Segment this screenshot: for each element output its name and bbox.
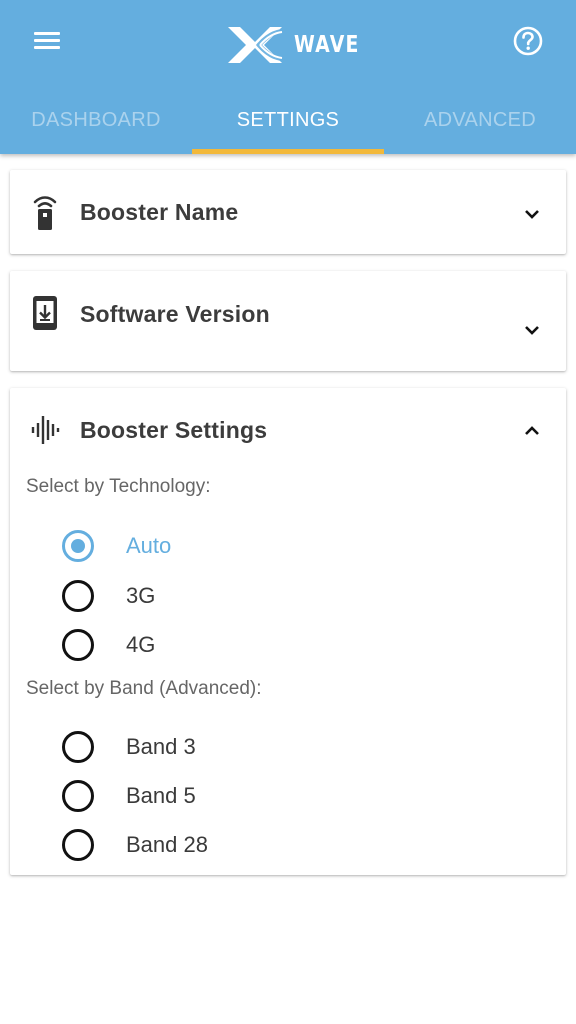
technology-section-label: Select by Technology: bbox=[26, 476, 211, 497]
radio-label: Band 3 bbox=[126, 734, 196, 759]
booster-device-icon bbox=[33, 196, 57, 230]
radio-label: Band 5 bbox=[126, 783, 196, 808]
radio-option-band-5[interactable]: Band 5 bbox=[62, 776, 196, 816]
tab-label: DASHBOARD bbox=[31, 109, 161, 131]
radio-option-4g[interactable]: 4G bbox=[62, 625, 155, 665]
help-circle-icon[interactable] bbox=[512, 25, 544, 57]
card-title: Software Version bbox=[80, 301, 270, 327]
app-logo: WAVE bbox=[226, 23, 374, 67]
menu-line bbox=[34, 32, 60, 35]
logo-x-icon bbox=[228, 27, 284, 63]
app-header: WAVE DASHBOARD SETTINGS ADVANCED bbox=[0, 0, 576, 154]
tab-bar: DASHBOARD SETTINGS ADVANCED bbox=[0, 96, 576, 154]
logo-text: WAVE bbox=[294, 32, 360, 58]
radio-button[interactable] bbox=[62, 580, 94, 612]
booster-name-header[interactable]: Booster Name bbox=[10, 170, 566, 254]
radio-label: Band 28 bbox=[126, 832, 208, 857]
tab-advanced[interactable]: ADVANCED bbox=[384, 96, 576, 154]
chevron-up-icon[interactable] bbox=[522, 424, 542, 438]
card-title: Booster Name bbox=[80, 199, 239, 225]
radio-button[interactable] bbox=[62, 629, 94, 661]
band-section-label: Select by Band (Advanced): bbox=[26, 678, 262, 699]
active-tab-indicator bbox=[192, 149, 384, 154]
menu-line bbox=[34, 39, 60, 42]
radio-option-band-3[interactable]: Band 3 bbox=[62, 727, 196, 767]
radio-label: 3G bbox=[126, 583, 156, 608]
booster-name-card: Booster Name bbox=[10, 170, 566, 254]
tab-dashboard[interactable]: DASHBOARD bbox=[0, 96, 192, 154]
tab-settings[interactable]: SETTINGS bbox=[192, 96, 384, 154]
software-version-header[interactable]: Software Version bbox=[10, 271, 566, 371]
booster-settings-card: Booster Settings Select by Technology: A… bbox=[10, 388, 566, 875]
radio-option-3g[interactable]: 3G bbox=[62, 576, 155, 616]
radio-button[interactable] bbox=[62, 829, 94, 861]
menu-line bbox=[34, 46, 60, 49]
radio-label: 4G bbox=[126, 632, 156, 657]
card-title: Booster Settings bbox=[80, 417, 268, 443]
booster-settings-header[interactable]: Booster Settings bbox=[10, 388, 566, 474]
signal-waveform-icon bbox=[31, 416, 60, 444]
phone-download-icon bbox=[33, 296, 57, 330]
radio-option-auto[interactable]: Auto bbox=[62, 526, 171, 566]
software-version-card: Software Version bbox=[10, 271, 566, 371]
chevron-down-icon[interactable] bbox=[522, 323, 542, 337]
radio-button[interactable] bbox=[62, 530, 94, 562]
radio-button[interactable] bbox=[62, 731, 94, 763]
hamburger-menu-icon[interactable] bbox=[34, 30, 62, 52]
chevron-down-icon[interactable] bbox=[522, 207, 542, 221]
radio-option-band-28[interactable]: Band 28 bbox=[62, 825, 208, 865]
tab-label: SETTINGS bbox=[236, 109, 340, 131]
radio-button[interactable] bbox=[62, 780, 94, 812]
radio-label: Auto bbox=[126, 533, 172, 558]
tab-label: ADVANCED bbox=[423, 109, 537, 131]
